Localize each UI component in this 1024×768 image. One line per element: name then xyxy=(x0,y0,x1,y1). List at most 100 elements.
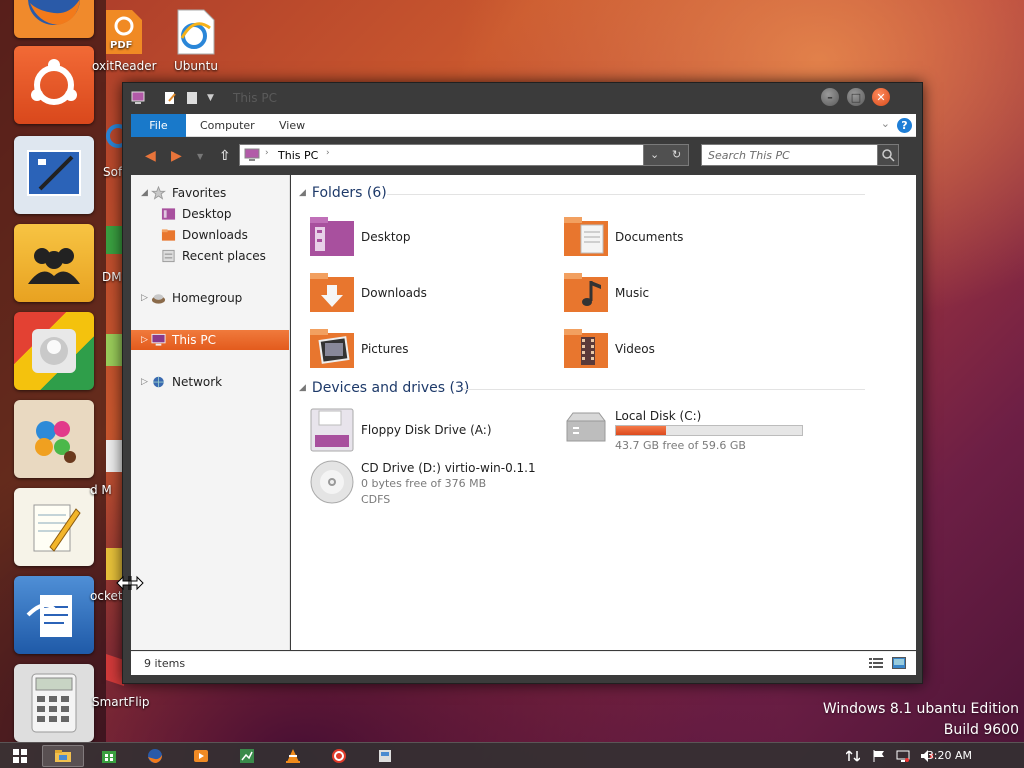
splash-paint-icon[interactable] xyxy=(14,400,94,478)
help-icon[interactable]: ? xyxy=(897,118,912,133)
contacts-icon[interactable] xyxy=(14,224,94,302)
nav-desktop[interactable]: Desktop xyxy=(131,204,289,224)
address-bar[interactable]: › This PC › xyxy=(239,144,665,166)
network-tray-icon[interactable] xyxy=(846,749,860,763)
folders-group-header[interactable]: ◢ Folders (6) xyxy=(299,185,387,201)
tab-computer[interactable]: Computer xyxy=(187,114,268,137)
drive-floppy[interactable]: Floppy Disk Drive (A:) xyxy=(309,407,549,452)
folder-pictures[interactable]: Pictures xyxy=(309,327,529,371)
ubuntu-icon[interactable] xyxy=(14,46,94,124)
search-box[interactable] xyxy=(701,144,899,166)
taskbar-store[interactable] xyxy=(88,745,130,767)
folder-downloads[interactable]: Downloads xyxy=(309,271,529,315)
ubuntu-desktop-icon[interactable] xyxy=(174,8,218,59)
back-arrow-icon[interactable]: ◀ xyxy=(145,148,156,164)
divider xyxy=(387,194,865,195)
media-player-icon xyxy=(194,750,208,762)
devices-header-text: Devices and drives (3) xyxy=(311,380,470,396)
refresh-icon[interactable]: ↻ xyxy=(672,148,681,161)
minimize-button[interactable]: – xyxy=(821,88,839,106)
taskbar-media[interactable] xyxy=(180,745,222,767)
chart-app-icon xyxy=(240,749,254,763)
up-arrow-icon[interactable]: ⇧ xyxy=(219,148,231,164)
calculator-icon[interactable] xyxy=(14,664,94,742)
forward-arrow-icon[interactable]: ▶ xyxy=(171,148,182,164)
ie-partial-icon[interactable] xyxy=(104,118,130,157)
properties-icon[interactable] xyxy=(163,91,177,105)
explorer-window: ▼ This PC – □ ✕ File Computer View ⌄ ? ◀… xyxy=(122,82,923,684)
address-dropdown-icon[interactable]: ⌄ xyxy=(650,148,659,161)
maximize-button[interactable]: □ xyxy=(847,88,865,106)
recent-dropdown-icon[interactable]: ▼ xyxy=(197,152,203,161)
folder-label: Documents xyxy=(615,230,684,244)
details-view-icon[interactable] xyxy=(869,657,883,669)
qa-dropdown-icon[interactable]: ▼ xyxy=(207,93,221,107)
ribbon: File Computer View ⌄ ? xyxy=(131,114,916,137)
title-bar[interactable]: ▼ This PC – □ ✕ xyxy=(123,83,922,113)
foxitreader-desktop-icon[interactable]: PDF xyxy=(104,8,144,59)
vlc-icon xyxy=(286,749,300,763)
notepad-icon[interactable] xyxy=(14,488,94,566)
partial-app-icon[interactable] xyxy=(104,436,124,479)
close-button[interactable]: ✕ xyxy=(872,88,890,106)
notepadpp-partial-icon[interactable] xyxy=(104,330,124,373)
nav-homegroup[interactable]: ▷ Homegroup xyxy=(131,288,289,308)
store-icon xyxy=(102,751,116,763)
idm-partial-icon[interactable] xyxy=(104,222,124,261)
folder-videos[interactable]: Videos xyxy=(563,327,783,371)
firefox-icon[interactable] xyxy=(14,0,94,38)
downloads-folder-icon xyxy=(310,273,354,312)
action-center-flag-icon[interactable] xyxy=(872,749,886,763)
expand-arrow-icon[interactable]: ▷ xyxy=(141,330,148,350)
display-tray-icon[interactable] xyxy=(896,749,910,763)
build-text: Build 9600 xyxy=(943,722,1019,738)
chrome-icon[interactable] xyxy=(14,312,94,390)
taskbar-vlc[interactable] xyxy=(272,745,314,767)
status-bar: 9 items xyxy=(131,651,916,675)
smartflip-partial-icon[interactable] xyxy=(104,650,124,693)
paint-icon[interactable] xyxy=(14,136,94,214)
tab-file[interactable]: File xyxy=(131,114,186,137)
address-pc-icon xyxy=(244,148,260,161)
windows-logo-icon xyxy=(13,749,27,763)
tab-view[interactable]: View xyxy=(266,114,318,137)
desktop-folder-icon xyxy=(161,208,176,220)
nav-this-pc[interactable]: ▷ This PC xyxy=(131,330,289,350)
drive-cd-d[interactable]: CD Drive (D:) virtio-win-0.1.1 0 bytes f… xyxy=(309,459,569,506)
expand-arrow-icon[interactable]: ▷ xyxy=(141,288,148,308)
folder-documents[interactable]: Documents xyxy=(563,215,783,259)
taskbar-firefox[interactable] xyxy=(134,745,176,767)
folder-desktop[interactable]: Desktop xyxy=(309,215,529,259)
drive-label: CD Drive (D:) virtio-win-0.1.1 xyxy=(361,461,536,475)
nav-network[interactable]: ▷ Network xyxy=(131,372,289,392)
folder-label: Music xyxy=(615,286,650,300)
drive-free-space: 43.7 GB free of 59.6 GB xyxy=(615,439,746,452)
nav-recent-places[interactable]: Recent places xyxy=(131,246,289,266)
sof-label: Sof xyxy=(103,165,123,179)
new-folder-icon[interactable] xyxy=(185,91,199,105)
drive-local-c[interactable]: Local Disk (C:) 43.7 GB free of 59.6 GB xyxy=(563,407,823,452)
taskbar-help-app[interactable] xyxy=(318,745,360,767)
search-input[interactable] xyxy=(702,145,872,165)
this-pc-icon xyxy=(131,91,145,104)
taskbar-explorer[interactable] xyxy=(42,745,84,767)
collapse-arrow-icon[interactable]: ◢ xyxy=(299,188,306,198)
navigation-pane: ◢ Favorites Desktop Downloads Recent pla… xyxy=(131,175,290,650)
search-button[interactable] xyxy=(877,144,899,166)
nav-favorites[interactable]: ◢ Favorites xyxy=(131,183,289,203)
nav-downloads[interactable]: Downloads xyxy=(131,225,289,245)
smartflip-label: SmartFlip xyxy=(92,695,150,709)
taskbar-tool[interactable] xyxy=(364,745,406,767)
collapse-arrow-icon[interactable]: ◢ xyxy=(141,183,148,203)
collapse-arrow-icon[interactable]: ◢ xyxy=(299,383,306,393)
start-button[interactable] xyxy=(0,745,40,767)
taskbar-clock[interactable]: 3:20 AM xyxy=(927,749,972,762)
taskbar-app[interactable] xyxy=(226,745,268,767)
large-icons-view-icon[interactable] xyxy=(892,657,906,669)
address-crumb[interactable]: This PC xyxy=(278,149,318,162)
devices-group-header[interactable]: ◢ Devices and drives (3) xyxy=(299,380,469,396)
writer-icon[interactable] xyxy=(14,576,94,654)
expand-arrow-icon[interactable]: ▷ xyxy=(141,372,148,392)
folder-music[interactable]: Music xyxy=(563,271,783,315)
ribbon-expand-chevron-icon[interactable]: ⌄ xyxy=(881,117,890,130)
